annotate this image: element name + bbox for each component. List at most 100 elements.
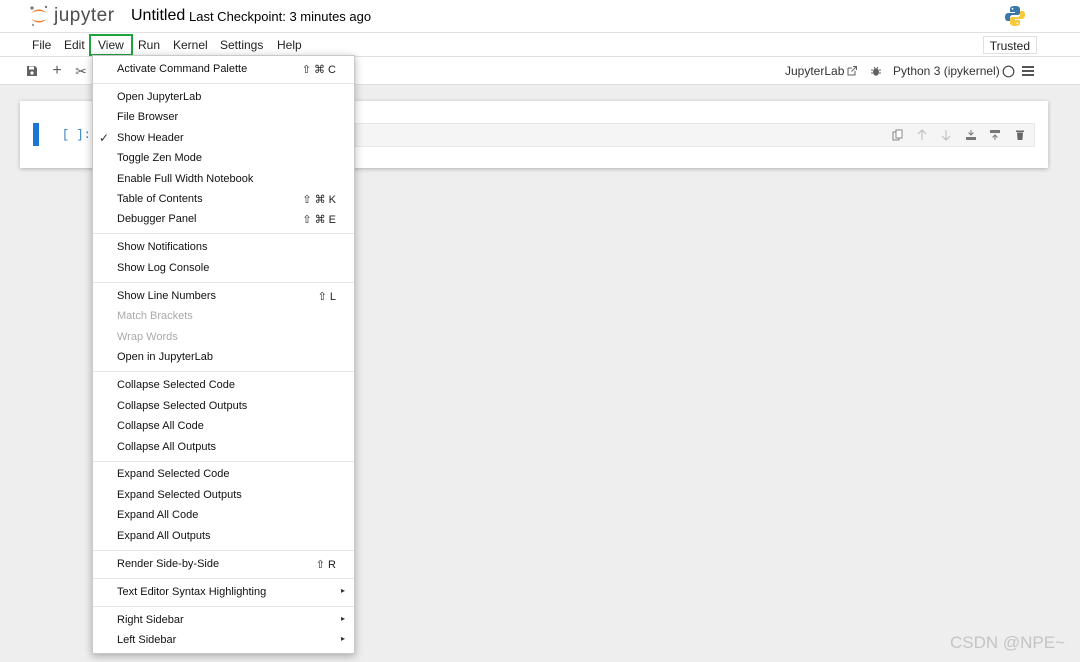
menu-item-label: Right Sidebar <box>117 614 184 626</box>
logo-text: jupyter <box>54 5 115 26</box>
trusted-indicator[interactable]: Trusted <box>982 36 1037 54</box>
menu-item-label: Show Line Numbers <box>117 290 217 302</box>
menu-item-expand-all-outputs[interactable]: Expand All Outputs <box>93 527 354 547</box>
menu-item-open-jupyterlab[interactable]: Open JupyterLab <box>93 88 354 108</box>
menu-item-show-log-console[interactable]: Show Log Console <box>93 259 354 279</box>
view-menu-dropdown: Activate Command Palette ⇧ ⌘ C Open Jupy… <box>92 55 355 654</box>
menu-separator <box>93 606 354 607</box>
menu-separator <box>93 461 354 462</box>
menu-item-table-of-contents[interactable]: Table of Contents ⇧ ⌘ K <box>93 190 354 210</box>
menu-item-label: Activate Command Palette <box>117 63 248 75</box>
menu-item-label: Enable Full Width Notebook <box>117 173 254 185</box>
menu-item-label: Render Side-by-Side <box>117 558 220 570</box>
menu-item-toggle-zen-mode[interactable]: Toggle Zen Mode <box>93 149 354 169</box>
submenu-arrow-icon: ▸ <box>340 614 345 623</box>
menu-item-wrap-words: Wrap Words <box>93 328 354 348</box>
menu-item-activate-command-palette[interactable]: Activate Command Palette ⇧ ⌘ C <box>93 60 354 80</box>
menu-item-show-header[interactable]: ✓ Show Header <box>93 129 354 149</box>
menu-item-file-browser[interactable]: File Browser <box>93 108 354 128</box>
menu-item-enable-full-width[interactable]: Enable Full Width Notebook <box>93 170 354 190</box>
delete-cell-icon[interactable] <box>1013 128 1027 142</box>
code-cell-input[interactable] <box>355 123 1035 147</box>
menu-item-label: Collapse Selected Outputs <box>117 400 248 412</box>
menu-item-collapse-all-code[interactable]: Collapse All Code <box>93 417 354 437</box>
menu-item-expand-selected-code[interactable]: Expand Selected Code <box>93 465 354 485</box>
menu-item-label: Wrap Words <box>117 331 178 343</box>
shortcut-label: ⇧ ⌘ C <box>301 64 336 76</box>
menu-item-label: Collapse All Code <box>117 420 204 432</box>
menu-separator <box>93 550 354 551</box>
menu-item-left-sidebar[interactable]: Left Sidebar ▸ <box>93 631 354 651</box>
menu-item-expand-selected-outputs[interactable]: Expand Selected Outputs <box>93 486 354 506</box>
menu-item-label: Expand All Code <box>117 509 199 521</box>
menu-run[interactable]: Run <box>138 36 160 55</box>
external-link-icon[interactable] <box>845 63 859 79</box>
debugger-bug-icon[interactable] <box>868 63 884 79</box>
checkpoint-status: Last Checkpoint: 3 minutes ago <box>189 9 372 24</box>
menu-separator <box>93 578 354 579</box>
jupyter-logo-icon <box>30 5 48 27</box>
checkmark-icon: ✓ <box>99 131 110 145</box>
menu-item-label: Toggle Zen Mode <box>117 152 202 164</box>
menu-view[interactable]: View <box>89 34 133 56</box>
watermark-text: CSDN @NPE~ <box>950 633 1066 652</box>
shortcut-label: ⇧ ⌘ K <box>302 194 336 206</box>
menu-item-match-brackets: Match Brackets <box>93 307 354 327</box>
move-down-icon[interactable] <box>939 128 953 142</box>
submenu-arrow-icon: ▸ <box>340 586 345 595</box>
kernel-name[interactable]: Python 3 (ipykernel) <box>893 64 1000 78</box>
menu-item-label: Open JupyterLab <box>117 91 202 103</box>
menu-help[interactable]: Help <box>277 36 302 55</box>
menu-edit[interactable]: Edit <box>64 36 85 55</box>
cut-icon[interactable]: ✂ <box>73 63 89 79</box>
menu-item-debugger-panel[interactable]: Debugger Panel ⇧ ⌘ E <box>93 210 354 230</box>
menu-item-label: Expand Selected Code <box>117 468 230 480</box>
menu-item-label: Show Header <box>117 132 184 144</box>
menu-separator <box>93 83 354 84</box>
menu-item-label: Table of Contents <box>117 193 203 205</box>
save-icon[interactable] <box>24 63 40 79</box>
shortcut-label: ⇧ ⌘ E <box>302 214 336 226</box>
menu-settings[interactable]: Settings <box>220 36 263 55</box>
menu-item-collapse-selected-code[interactable]: Collapse Selected Code <box>93 376 354 396</box>
menu-item-show-notifications[interactable]: Show Notifications <box>93 238 354 258</box>
hamburger-menu-icon[interactable] <box>1020 63 1036 79</box>
header: jupyter Untitled Last Checkpoint: 3 minu… <box>0 0 1080 33</box>
jupyter-logo[interactable]: jupyter <box>28 4 120 28</box>
menu-item-label: Text Editor Syntax Highlighting <box>117 586 267 598</box>
python-logo-icon <box>1004 5 1026 30</box>
menu-item-open-in-jupyterlab[interactable]: Open in JupyterLab <box>93 348 354 368</box>
menu-item-label: Left Sidebar <box>117 634 177 646</box>
menu-item-label: File Browser <box>117 111 179 123</box>
menu-item-label: Collapse Selected Code <box>117 379 236 391</box>
menu-separator <box>93 233 354 234</box>
menu-item-collapse-all-outputs[interactable]: Collapse All Outputs <box>93 438 354 458</box>
menu-item-right-sidebar[interactable]: Right Sidebar ▸ <box>93 611 354 631</box>
menu-item-syntax-highlighting[interactable]: Text Editor Syntax Highlighting ▸ <box>93 583 354 603</box>
menu-item-label: Show Log Console <box>117 262 210 274</box>
insert-below-icon[interactable] <box>964 128 978 142</box>
menu-item-label: Show Notifications <box>117 241 208 253</box>
duplicate-cell-icon[interactable] <box>890 128 904 142</box>
add-cell-icon[interactable]: + <box>49 62 65 79</box>
menu-item-label: Expand All Outputs <box>117 530 211 542</box>
menu-item-render-side-by-side[interactable]: Render Side-by-Side ⇧ R <box>93 555 354 575</box>
menu-item-show-line-numbers[interactable]: Show Line Numbers ⇧ L <box>93 287 354 307</box>
cell-prompt: [ ]: <box>62 128 91 142</box>
submenu-arrow-icon: ▸ <box>340 634 345 643</box>
kernel-status-icon <box>1000 63 1016 79</box>
menu-bar: File Edit View Run Kernel Settings Help … <box>0 33 1080 57</box>
shortcut-label: ⇧ L <box>317 291 336 303</box>
insert-above-icon[interactable] <box>988 128 1002 142</box>
menu-kernel[interactable]: Kernel <box>173 36 208 55</box>
menu-file[interactable]: File <box>32 36 51 55</box>
menu-item-collapse-selected-outputs[interactable]: Collapse Selected Outputs <box>93 397 354 417</box>
shortcut-label: ⇧ R <box>315 559 336 571</box>
open-jupyterlab-link[interactable]: JupyterLab <box>785 64 844 78</box>
menu-item-label: Open in JupyterLab <box>117 351 214 363</box>
move-up-icon[interactable] <box>915 128 929 142</box>
notebook-title[interactable]: Untitled <box>131 7 185 25</box>
menu-item-label: Expand Selected Outputs <box>117 489 242 501</box>
menu-item-label: Collapse All Outputs <box>117 441 217 453</box>
menu-item-expand-all-code[interactable]: Expand All Code <box>93 506 354 526</box>
